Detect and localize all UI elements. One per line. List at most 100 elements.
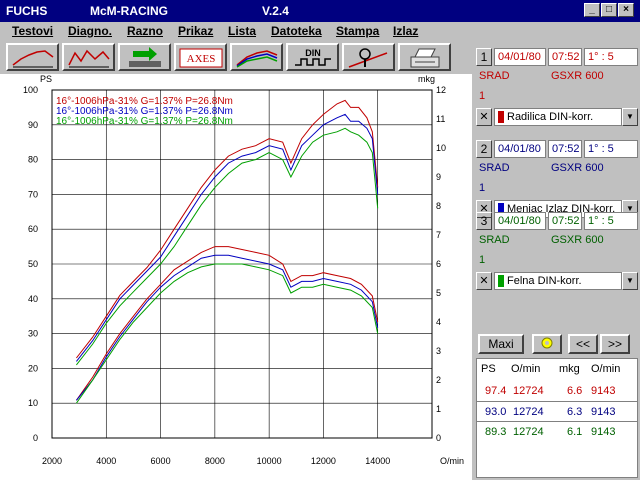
y-tick-label-left: 90 <box>28 120 38 130</box>
axes-button[interactable]: AXES <box>174 43 227 71</box>
multi-curve-icon <box>68 49 110 68</box>
minimize-button[interactable]: _ <box>584 3 600 17</box>
close-button[interactable]: × <box>618 3 634 17</box>
results-table: PS O/min mkg O/min 97.4 12724 6.6 9143 9… <box>476 358 638 478</box>
chevron-down-icon[interactable]: ▼ <box>622 108 638 126</box>
results-header-ps-rpm: O/min <box>511 363 541 375</box>
left-axis-label: PS <box>40 74 52 84</box>
run-mode: SRAD <box>479 234 510 246</box>
run-number[interactable]: 2 <box>476 140 492 158</box>
y-tick-label-left: 80 <box>28 155 38 165</box>
result-ps: 97.4 <box>485 385 507 397</box>
run-color-swatch <box>498 111 504 123</box>
result-mkg: 6.3 <box>567 406 583 418</box>
run-gear: 1 <box>479 182 486 194</box>
result-ps-rpm: 12724 <box>513 406 544 418</box>
result-ps: 89.3 <box>485 426 507 438</box>
green-arrow-icon <box>129 47 161 67</box>
print-button[interactable] <box>398 43 451 71</box>
result-ps: 93.0 <box>485 406 507 418</box>
y-tick-label-right: 1 <box>436 404 441 414</box>
menu-stampa[interactable]: Stampa <box>336 24 379 38</box>
y-tick-label-right: 4 <box>436 317 441 327</box>
result-ps-rpm: 12724 <box>513 385 544 397</box>
correction-select[interactable]: Radilica DIN-korr. <box>494 108 622 126</box>
next-button[interactable]: >> <box>600 334 630 354</box>
maxi-button[interactable]: Maxi <box>478 334 524 354</box>
result-ps-rpm: 12724 <box>513 426 544 438</box>
run-bike: GSXR 600 <box>551 162 604 174</box>
x-tick-label: 8000 <box>205 456 225 466</box>
run-date: 04/01/80 <box>494 48 546 66</box>
swap-button[interactable] <box>118 43 171 71</box>
y-tick-label-right: 2 <box>436 375 441 385</box>
y-tick-label-right: 0 <box>436 433 441 443</box>
y-tick-label-left: 70 <box>28 189 38 199</box>
x-tick-label: 2000 <box>42 456 62 466</box>
menu-datoteka[interactable]: Datoteka <box>271 24 322 38</box>
y-tick-label-left: 0 <box>33 433 38 443</box>
y-tick-label-right: 6 <box>436 259 441 269</box>
run-number[interactable]: 3 <box>476 212 492 230</box>
run-number[interactable]: 1 <box>476 48 492 66</box>
prev-button[interactable]: << <box>568 334 598 354</box>
result-mkg: 6.1 <box>567 426 583 438</box>
x-tick-label: 4000 <box>96 456 116 466</box>
version-label: V.2.4 <box>262 4 289 18</box>
run-gear: 1 <box>479 254 486 266</box>
key-button[interactable] <box>532 334 562 354</box>
din-button[interactable]: DIN <box>286 43 339 71</box>
axes-icon: AXES <box>179 48 223 68</box>
menu-lista[interactable]: Lista <box>228 24 256 38</box>
remove-run-button[interactable]: ✕ <box>476 108 492 126</box>
dyno-chart: 2000 4000 6000 8000 10000 12000 14000 0 10 20 30 40… <box>0 74 472 480</box>
power-curve-button[interactable] <box>6 43 59 71</box>
svg-text:DIN: DIN <box>305 48 321 58</box>
svg-text:AXES: AXES <box>187 53 216 65</box>
results-header-mkg-rpm: O/min <box>591 363 621 375</box>
menu-testovi[interactable]: Testovi <box>12 24 53 38</box>
multi-curve-button[interactable] <box>62 43 115 71</box>
run-block: 3 04/01/80 07:52 1° : 5 SRAD GSXR 600 1 ✕ Felna … <box>476 212 640 300</box>
run-angle: 1° : 5 <box>584 140 638 158</box>
y-tick-label-left: 30 <box>28 329 38 339</box>
chevron-down-icon[interactable]: ▼ <box>622 272 638 290</box>
menu-prikaz[interactable]: Prikaz <box>178 24 213 38</box>
title-bar: FUCHS McM-RACING V.2.4 _ □ × <box>0 0 640 22</box>
run-time: 07:52 <box>548 212 582 230</box>
correction-select[interactable]: Felna DIN-korr. <box>494 272 622 290</box>
remove-run-button[interactable]: ✕ <box>476 272 492 290</box>
right-axis-label: mkg <box>418 74 435 84</box>
run-block: 1 04/01/80 07:52 1° : 5 SRAD GSXR 600 1 ✕ Radili… <box>476 48 640 136</box>
maximize-button[interactable]: □ <box>601 3 617 17</box>
y-tick-label-right: 8 <box>436 201 441 211</box>
din-icon: DIN <box>295 48 331 66</box>
y-tick-label-left: 10 <box>28 398 38 408</box>
torque-curve <box>76 254 379 401</box>
compare-curves-button[interactable] <box>230 43 283 71</box>
y-tick-label-right: 3 <box>436 346 441 356</box>
run-date: 04/01/80 <box>494 140 546 158</box>
run-bike: GSXR 600 <box>551 70 604 82</box>
runs-panel: 1 04/01/80 07:52 1° : 5 SRAD GSXR 600 1 ✕ Radili… <box>472 40 640 480</box>
key-icon <box>541 337 553 349</box>
x-tick-label: 14000 <box>365 456 390 466</box>
run-angle: 1° : 5 <box>584 48 638 66</box>
panel-button-row: Maxi << >> <box>476 334 640 356</box>
run-mode: SRAD <box>479 70 510 82</box>
menu-izlaz[interactable]: Izlaz <box>393 24 418 38</box>
run-color-swatch <box>498 275 504 287</box>
y-tick-label-right: 10 <box>436 143 446 153</box>
menu-diagno[interactable]: Diagno. <box>68 24 112 38</box>
y-tick-label-right: 11 <box>436 114 445 124</box>
result-mkg-rpm: 9143 <box>591 426 616 438</box>
menu-razno[interactable]: Razno <box>127 24 163 38</box>
printer-icon <box>410 48 440 68</box>
zoom-curve-button[interactable] <box>342 43 395 71</box>
power-curve <box>76 113 379 362</box>
table-row: 97.4 12724 6.6 9143 <box>477 381 637 403</box>
y-tick-label-left: 20 <box>28 363 38 373</box>
run-date: 04/01/80 <box>494 212 546 230</box>
table-row: 89.3 12724 6.1 9143 <box>477 421 637 443</box>
compare-curves-icon <box>236 50 278 68</box>
